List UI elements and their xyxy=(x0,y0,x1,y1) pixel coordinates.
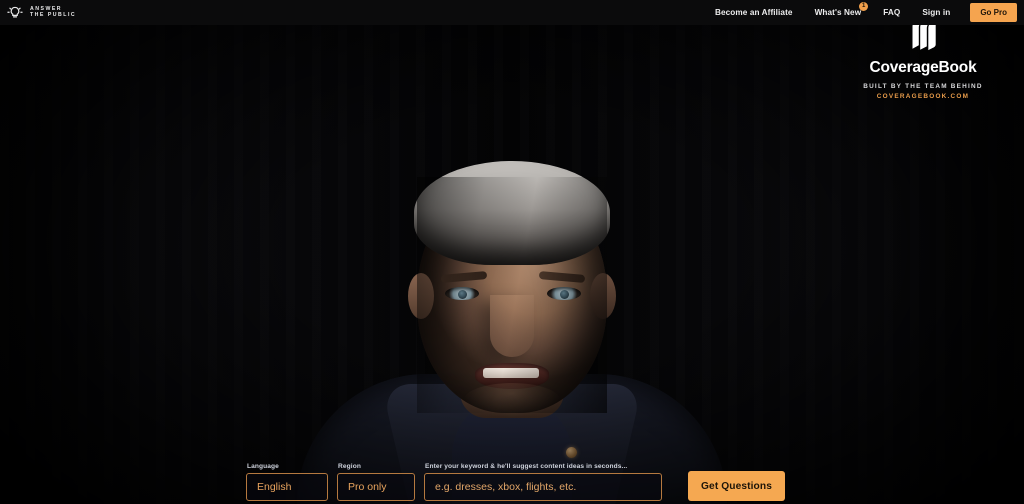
get-questions-button[interactable]: Get Questions xyxy=(688,471,785,501)
answer-the-public-landing-page: ANSWER THE PUBLIC Become an Affiliate Wh… xyxy=(0,0,1024,504)
nav-faq[interactable]: FAQ xyxy=(872,0,911,25)
search-form: Language English Region Pro only Enter y… xyxy=(0,456,1024,504)
nav-sign-in-label: Sign in xyxy=(922,8,951,17)
nav-become-an-affiliate-label: Become an Affiliate xyxy=(714,8,793,17)
sponsor-tagline: BUILT BY THE TEAM BEHIND xyxy=(863,83,983,91)
top-navigation-bar: ANSWER THE PUBLIC Become an Affiliate Wh… xyxy=(0,0,1024,25)
primary-nav: Become an Affiliate What's New 1 FAQ Sig… xyxy=(704,0,1024,25)
keyword-placeholder: e.g. dresses, xbox, flights, etc. xyxy=(435,481,577,493)
region-select[interactable]: Pro only xyxy=(337,473,415,501)
language-field: Language English xyxy=(246,463,328,501)
lightbulb-icon xyxy=(6,4,24,22)
sponsor-name: CoverageBook xyxy=(869,59,977,76)
region-label: Region xyxy=(338,463,361,470)
nav-sign-in[interactable]: Sign in xyxy=(911,0,961,25)
region-field: Region Pro only xyxy=(337,463,415,501)
site-logo-wordmark: ANSWER THE PUBLIC xyxy=(28,6,77,19)
go-pro-button[interactable]: Go Pro xyxy=(970,3,1017,22)
language-label: Language xyxy=(247,463,279,470)
keyword-label: Enter your keyword & he'll suggest conte… xyxy=(425,463,628,470)
sponsor-url[interactable]: COVERAGEBOOK.COM xyxy=(830,93,1016,100)
keyword-field: Enter your keyword & he'll suggest conte… xyxy=(424,463,662,501)
site-logo[interactable]: ANSWER THE PUBLIC xyxy=(0,4,76,22)
sponsor-block[interactable]: CoverageBook BUILT BY THE TEAM BEHIND CO… xyxy=(830,14,1016,100)
keyword-input-wrapper[interactable]: e.g. dresses, xbox, flights, etc. xyxy=(424,473,662,501)
language-value: English xyxy=(257,481,292,493)
whats-new-badge: 1 xyxy=(859,2,869,11)
nav-become-an-affiliate[interactable]: Become an Affiliate xyxy=(704,0,804,25)
region-value: Pro only xyxy=(348,481,387,493)
nav-whats-new-label: What's New xyxy=(814,8,862,17)
nav-faq-label: FAQ xyxy=(883,8,901,17)
nav-whats-new[interactable]: What's New 1 xyxy=(804,0,873,25)
logo-line-2: THE PUBLIC xyxy=(30,11,77,18)
language-select[interactable]: English xyxy=(246,473,328,501)
